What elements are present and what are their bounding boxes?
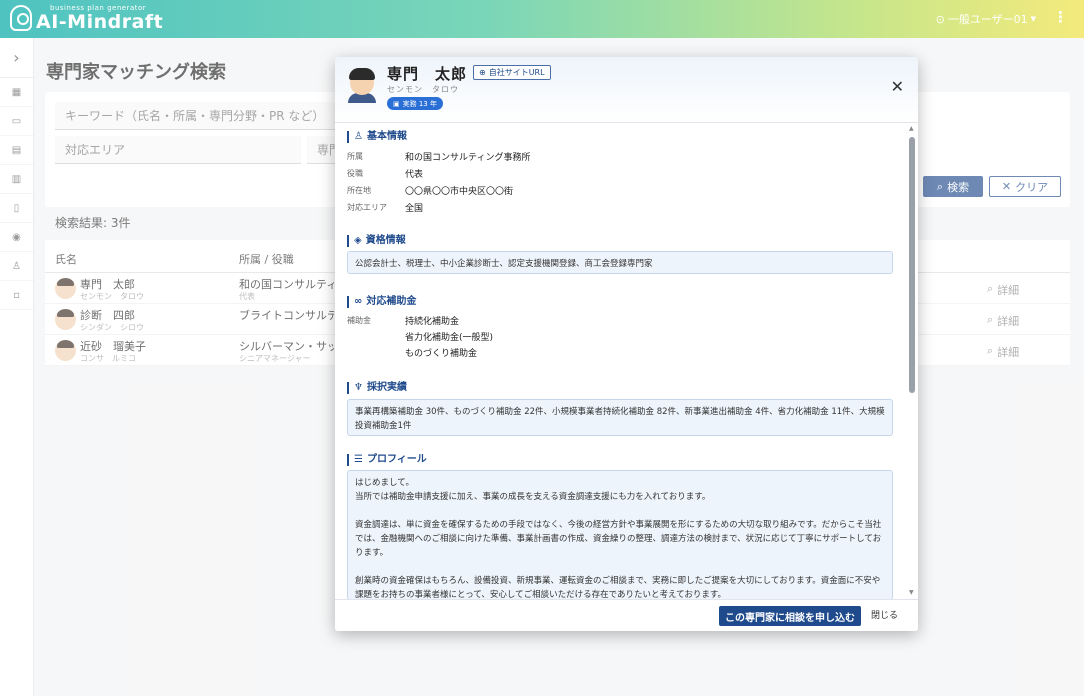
handshake-icon: ∞ <box>354 296 363 307</box>
consult-request-button[interactable]: この専門家に相談を申し込む <box>719 606 861 626</box>
basic-label: 所在地 <box>347 186 371 195</box>
logo-icon <box>10 5 32 31</box>
section-subsidies: ∞ 対応補助金 <box>347 296 416 308</box>
badge-icon: ◈ <box>354 235 362 246</box>
section-basic-info: ♙ 基本情報 <box>347 131 407 143</box>
logo[interactable]: business plan generator AI-Mindraft <box>10 4 163 32</box>
scroll-up-icon[interactable]: ▲ <box>909 125 914 132</box>
person-icon: ♙ <box>354 131 363 142</box>
basic-label: 役職 <box>347 169 363 178</box>
profile-icon: ☰ <box>354 454 363 465</box>
subsidy-label: 補助金 <box>347 316 371 325</box>
experience-badge: ▣ 実務 13 年 <box>387 97 443 110</box>
section-qualifications: ◈ 資格情報 <box>347 235 406 247</box>
section-title: 基本情報 <box>366 131 407 142</box>
section-title: 採択実績 <box>366 382 407 393</box>
profile-box: はじめまして。 当所では補助金申請支援に加え、事業の成長を支える資金調達支援にも… <box>347 470 893 599</box>
results-box: 事業再構築補助金 30件、ものづくり補助金 22件、小規模事業者持続化補助金 8… <box>347 399 893 436</box>
scrollbar-thumb[interactable] <box>909 137 915 393</box>
modal-footer: この専門家に相談を申し込む 閉じる <box>335 599 918 631</box>
close-icon[interactable]: ✕ <box>891 77 904 96</box>
app-header: business plan generator AI-Mindraft ⊙ 一般… <box>0 0 1084 38</box>
logo-title: AI-Mindraft <box>36 11 164 33</box>
section-results: ♆ 採択実績 <box>347 382 407 394</box>
expert-detail-modal: 専門 太郎 ⊕ 自社サイトURL センモン タロウ ▣ 実務 13 年 ✕ ♙ … <box>335 57 918 631</box>
subsidy-item: ものづくり補助金 <box>405 349 478 359</box>
expert-avatar <box>346 65 378 103</box>
calendar-icon: ▣ <box>393 99 400 108</box>
section-title: 資格情報 <box>365 235 406 246</box>
section-title: プロフィール <box>366 454 427 465</box>
user-circle-icon: ⊙ <box>935 12 945 26</box>
profile-paragraph: はじめまして。 <box>355 478 414 488</box>
basic-label: 対応エリア <box>347 203 387 212</box>
globe-icon: ⊕ <box>479 68 486 77</box>
expert-name: 専門 太郎 <box>387 65 468 83</box>
user-menu[interactable]: ⊙ 一般ユーザー01 ▼ <box>936 11 1036 27</box>
modal-header: 専門 太郎 ⊕ 自社サイトURL センモン タロウ ▣ 実務 13 年 ✕ <box>335 57 918 123</box>
profile-spacer <box>355 560 885 574</box>
subsidy-item: 省力化補助金(一般型) <box>405 333 494 343</box>
section-profile: ☰ プロフィール <box>347 454 427 466</box>
close-button[interactable]: 閉じる <box>871 608 898 621</box>
user-name: 一般ユーザー01 <box>947 13 1028 26</box>
subsidy-item: 持続化補助金 <box>405 317 460 327</box>
profile-spacer <box>355 504 885 518</box>
basic-value: 和の国コンサルティング事務所 <box>405 153 531 163</box>
basic-value: 〇〇県〇〇市中央区〇〇街 <box>405 187 514 197</box>
basic-value: 全国 <box>405 204 424 214</box>
profile-paragraph: 資金調達は、単に資金を確保するための手段ではなく、今後の経営方針や事業展開を形に… <box>355 520 882 558</box>
caret-down-icon: ▼ <box>1030 15 1036 23</box>
expert-kana: センモン タロウ <box>387 85 459 94</box>
experience-label: 実務 13 年 <box>402 99 437 108</box>
scroll-down-icon[interactable]: ▼ <box>909 589 914 596</box>
basic-value: 代表 <box>405 170 424 180</box>
kebab-icon[interactable]: ⋮ <box>1053 8 1068 26</box>
profile-paragraph: 当所では補助金申請支援に加え、事業の成長を支える資金調達支援にも力を入れておりま… <box>355 492 711 502</box>
section-title: 対応補助金 <box>366 296 417 307</box>
modal-body[interactable]: ♙ 基本情報 所属 和の国コンサルティング事務所 役職 代表 所在地 〇〇県〇〇… <box>335 123 918 599</box>
website-url-button[interactable]: ⊕ 自社サイトURL <box>473 65 551 80</box>
profile-paragraph: 創業時の資金確保はもちろん、設備投資、新規事業、運転資金のご相談まで、実務に即し… <box>355 576 881 599</box>
qualifications-box: 公認会計士、税理士、中小企業診断士、認定支援機関登録、商工会登録専門家 <box>347 251 893 274</box>
basic-label: 所属 <box>347 152 363 161</box>
website-url-label: 自社サイトURL <box>488 68 545 77</box>
trophy-icon: ♆ <box>354 382 363 393</box>
